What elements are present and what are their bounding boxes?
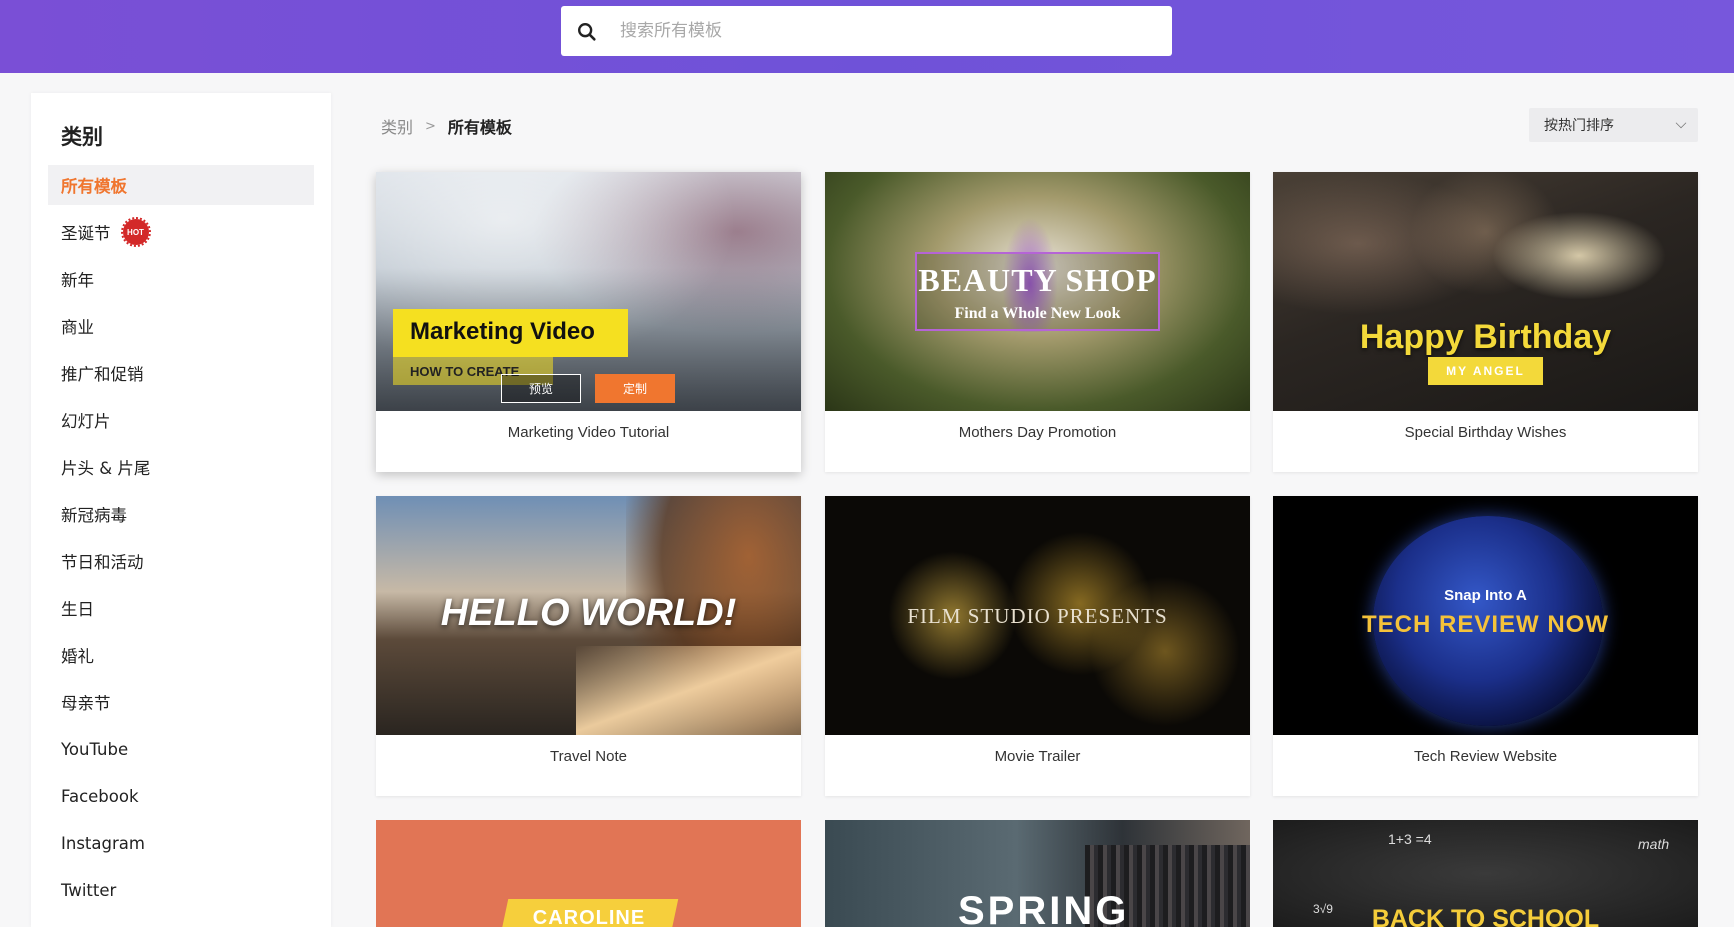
sort-label: 按热门排序 [1544,118,1614,134]
category-label: 新冠病毒 [61,506,127,525]
category-label: Instagram [61,833,145,853]
category-twitter[interactable]: Twitter [48,870,314,910]
category-label: 片头 & 片尾 [61,459,151,478]
template-card[interactable]: 1+3 =4 math 3√9 BACK TO SCHOOL [1273,820,1698,927]
sidebar-title: 类别 [61,125,103,149]
search-icon[interactable] [576,21,596,41]
breadcrumb-current: 所有模板 [447,118,512,137]
search-input[interactable] [620,21,1140,41]
category-youtube[interactable]: YouTube [48,729,314,769]
thumbnail-title: FILM STUDIO PRESENTS [907,604,1168,628]
template-name[interactable]: Movie Trailer [825,748,1250,765]
thumbnail-title: TECH REVIEW NOW [1362,611,1609,638]
template-card[interactable]: Marketing Video HOW TO CREATE 预览 定制 Mark… [376,172,801,472]
template-card[interactable]: HELLO WORLD! Travel Note [376,496,801,796]
template-name[interactable]: Marketing Video Tutorial [376,424,801,441]
thumbnail-title: BEAUTY SHOP [918,262,1157,298]
category-label: Twitter [61,880,117,900]
thumbnail-title: BACK TO SCHOOL [1371,905,1600,927]
category-holidays-events[interactable]: 节日和活动 [48,541,314,581]
template-name[interactable]: Special Birthday Wishes [1273,424,1698,441]
category-all-templates[interactable]: 所有模板 [48,165,314,205]
category-sidebar: 类别 所有模板 圣诞节 HOT 新年 商业 推广和促销 幻灯片 片头 & 片尾 新… [31,93,331,927]
category-label: 节日和活动 [61,553,144,572]
template-thumbnail[interactable]: CAROLINE [376,820,801,927]
template-card[interactable]: Snap Into A TECH REVIEW NOW Tech Review … [1273,496,1698,796]
breadcrumb-separator: > [425,118,436,134]
category-intro-outro[interactable]: 片头 & 片尾 [48,447,314,487]
category-promotion[interactable]: 推广和促销 [48,353,314,393]
thumbnail-subtitle: MY ANGEL [1446,364,1525,378]
category-label: Facebook [61,786,139,806]
category-label: 幻灯片 [61,412,111,431]
template-name[interactable]: Mothers Day Promotion [825,424,1250,441]
template-card[interactable]: BEAUTY SHOP Find a Whole New Look Mother… [825,172,1250,472]
thumbnail-title: Happy Birthday [1359,318,1612,356]
template-thumbnail[interactable]: SPRING [825,820,1250,927]
template-card[interactable]: SPRING [825,820,1250,927]
sort-dropdown[interactable]: 按热门排序 [1529,108,1698,142]
thumbnail-extra: 1+3 =4 [1388,831,1432,847]
template-card[interactable]: FILM STUDIO PRESENTS Movie Trailer [825,496,1250,796]
search-bar[interactable] [561,6,1172,56]
template-card[interactable]: CAROLINE [376,820,801,927]
thumbnail-subtitle: Find a Whole New Look [954,305,1121,322]
category-label: 圣诞节 [61,224,111,243]
category-label: 母亲节 [61,694,111,713]
thumbnail-title: Marketing Video [410,318,595,345]
category-label: YouTube [61,739,129,759]
thumbnail-title: HELLO WORLD! [440,592,737,634]
category-label: 婚礼 [61,647,94,666]
template-thumbnail[interactable]: Snap Into A TECH REVIEW NOW [1273,496,1698,735]
category-label: 所有模板 [61,177,127,196]
template-thumbnail[interactable]: Marketing Video HOW TO CREATE 预览 定制 [376,172,801,411]
category-facebook[interactable]: Facebook [48,776,314,816]
category-birthday[interactable]: 生日 [48,588,314,628]
breadcrumb-root[interactable]: 类别 [381,114,413,138]
breadcrumb: 类别 > 所有模板 [381,114,512,138]
category-mothers-day[interactable]: 母亲节 [48,682,314,722]
template-thumbnail[interactable]: HELLO WORLD! [376,496,801,735]
category-new-year[interactable]: 新年 [48,259,314,299]
template-thumbnail[interactable]: FILM STUDIO PRESENTS [825,496,1250,735]
category-business[interactable]: 商业 [48,306,314,346]
thumbnail-title: CAROLINE [532,907,646,927]
category-label: 推广和促销 [61,365,144,384]
chevron-down-icon [1675,117,1687,129]
category-label: 新年 [61,271,94,290]
category-label: 商业 [61,318,94,337]
customize-button[interactable]: 定制 [595,374,675,403]
category-covid[interactable]: 新冠病毒 [48,494,314,534]
category-slideshow[interactable]: 幻灯片 [48,400,314,440]
category-instagram[interactable]: Instagram [48,823,314,863]
template-thumbnail[interactable]: BEAUTY SHOP Find a Whole New Look [825,172,1250,411]
preview-button[interactable]: 预览 [501,374,581,403]
template-thumbnail[interactable]: Happy Birthday MY ANGEL [1273,172,1698,411]
template-thumbnail[interactable]: 1+3 =4 math 3√9 BACK TO SCHOOL [1273,820,1698,927]
top-header-bar [0,0,1734,73]
template-name[interactable]: Travel Note [376,748,801,765]
category-wedding[interactable]: 婚礼 [48,635,314,675]
thumbnail-title: SPRING [958,889,1130,927]
template-name[interactable]: Tech Review Website [1273,748,1698,765]
thumbnail-subtitle: Snap Into A [1444,587,1527,604]
category-christmas[interactable]: 圣诞节 HOT [48,212,314,252]
hot-badge: HOT [120,217,151,247]
thumbnail-extra: math [1638,836,1670,852]
template-card[interactable]: Happy Birthday MY ANGEL Special Birthday… [1273,172,1698,472]
category-label: 生日 [61,600,94,619]
